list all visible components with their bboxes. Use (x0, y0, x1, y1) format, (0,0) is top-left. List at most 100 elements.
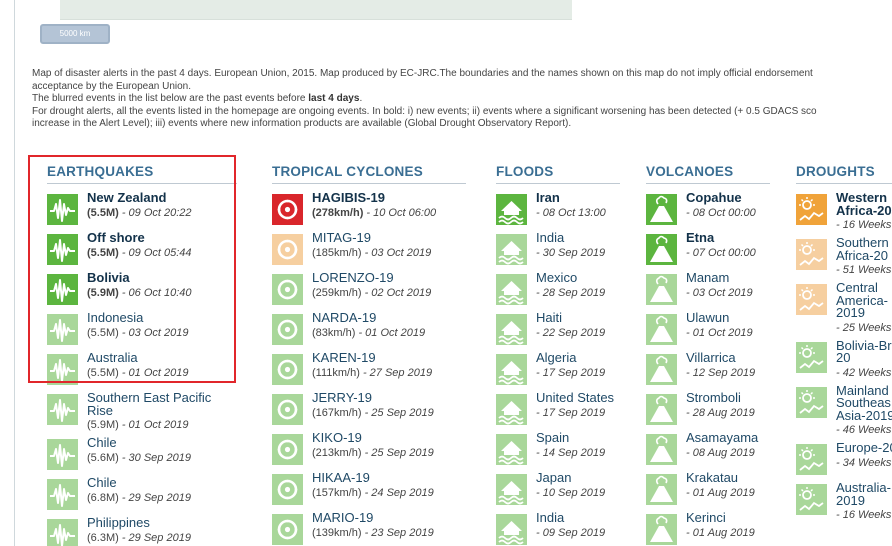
event-name-link[interactable]: Etna (686, 231, 770, 245)
event-name-link[interactable]: HIKAA-19 (312, 471, 466, 485)
event-name-link[interactable]: United States (536, 391, 620, 405)
event-name-link[interactable]: HAGIBIS-19 (312, 191, 466, 205)
event-item[interactable]: India - 30 Sep 2019 (496, 231, 620, 267)
event-name-link[interactable]: Australia-2019 (836, 481, 892, 507)
event-name-link[interactable]: LORENZO-19 (312, 271, 466, 285)
event-item[interactable]: Ulawun - 01 Oct 2019 (646, 311, 770, 347)
drought-alert-icon[interactable] (796, 237, 836, 270)
cyclone-alert-icon[interactable] (272, 472, 312, 505)
event-item[interactable]: Stromboli - 28 Aug 2019 (646, 391, 770, 427)
event-item[interactable]: HIKAA-19 (157km/h) - 24 Sep 2019 (272, 471, 466, 507)
event-item[interactable]: Japan - 10 Sep 2019 (496, 471, 620, 507)
event-name-link[interactable]: Copahue (686, 191, 770, 205)
event-item[interactable]: Philippines (6.3M) - 29 Sep 2019 (47, 516, 237, 546)
event-name-link[interactable]: Villarrica (686, 351, 770, 365)
event-name-link[interactable]: Southern East Pacific Rise (87, 391, 237, 417)
event-name-link[interactable]: MARIO-19 (312, 511, 466, 525)
event-item[interactable]: Etna - 07 Oct 00:00 (646, 231, 770, 267)
cyclone-alert-icon[interactable] (272, 312, 312, 345)
event-name-link[interactable]: India (536, 511, 620, 525)
column-title[interactable]: TROPICAL CYCLONES (272, 164, 466, 184)
event-name-link[interactable]: KAREN-19 (312, 351, 466, 365)
event-name-link[interactable]: Iran (536, 191, 620, 205)
event-item[interactable]: Europe-2019 - 34 Weeks (796, 441, 892, 477)
event-item[interactable]: Western Africa-20 - 16 Weeks (796, 191, 892, 232)
flood-alert-icon[interactable] (496, 272, 536, 305)
flood-alert-icon[interactable] (496, 352, 536, 385)
event-item[interactable]: Chile (6.8M) - 29 Sep 2019 (47, 476, 237, 512)
column-title[interactable]: DROUGHTS (796, 164, 892, 184)
event-item[interactable]: NARDA-19 (83km/h) - 01 Oct 2019 (272, 311, 466, 347)
event-item[interactable]: Southern East Pacific Rise (5.9M) - 01 Oc… (47, 391, 237, 432)
event-item[interactable]: Central America-2019 - 25 Weeks (796, 281, 892, 335)
earthquake-alert-icon[interactable] (47, 477, 87, 510)
event-name-link[interactable]: Spain (536, 431, 620, 445)
event-item[interactable]: Haiti - 22 Sep 2019 (496, 311, 620, 347)
cyclone-alert-icon[interactable] (272, 392, 312, 425)
drought-alert-icon[interactable] (796, 442, 836, 475)
event-item[interactable]: Spain - 14 Sep 2019 (496, 431, 620, 467)
event-name-link[interactable]: Manam (686, 271, 770, 285)
cyclone-alert-icon[interactable] (272, 352, 312, 385)
flood-alert-icon[interactable] (496, 192, 536, 225)
flood-alert-icon[interactable] (496, 312, 536, 345)
event-name-link[interactable]: Japan (536, 471, 620, 485)
cyclone-alert-icon[interactable] (272, 512, 312, 545)
event-name-link[interactable]: India (536, 231, 620, 245)
earthquake-alert-icon[interactable] (47, 392, 87, 425)
earthquake-alert-icon[interactable] (47, 517, 87, 546)
volcano-alert-icon[interactable] (646, 192, 686, 225)
event-name-link[interactable]: Bolivia-Brazil-20 (836, 339, 892, 365)
event-name-link[interactable]: Kerinci (686, 511, 770, 525)
event-name-link[interactable]: KIKO-19 (312, 431, 466, 445)
map-image-bottom[interactable] (60, 0, 572, 20)
event-name-link[interactable]: Stromboli (686, 391, 770, 405)
volcano-alert-icon[interactable] (646, 272, 686, 305)
event-item[interactable]: Manam - 03 Oct 2019 (646, 271, 770, 307)
event-item[interactable]: HAGIBIS-19 (278km/h) - 10 Oct 06:00 (272, 191, 466, 227)
event-name-link[interactable]: Chile (87, 436, 237, 450)
volcano-alert-icon[interactable] (646, 512, 686, 545)
event-name-link[interactable]: Mainland Southeas Asia-2019 (836, 384, 892, 423)
event-name-link[interactable]: Asamayama (686, 431, 770, 445)
earthquake-alert-icon[interactable] (47, 437, 87, 470)
event-item[interactable]: India - 09 Sep 2019 (496, 511, 620, 546)
event-item[interactable]: Krakatau - 01 Aug 2019 (646, 471, 770, 507)
volcano-alert-icon[interactable] (646, 232, 686, 265)
column-title[interactable]: VOLCANOES (646, 164, 770, 184)
event-item[interactable]: MITAG-19 (185km/h) - 03 Oct 2019 (272, 231, 466, 267)
event-item[interactable]: KAREN-19 (111km/h) - 27 Sep 2019 (272, 351, 466, 387)
event-name-link[interactable]: Southern Africa-20 (836, 236, 892, 262)
event-item[interactable]: LORENZO-19 (259km/h) - 02 Oct 2019 (272, 271, 466, 307)
volcano-alert-icon[interactable] (646, 392, 686, 425)
event-item[interactable]: Mexico - 28 Sep 2019 (496, 271, 620, 307)
flood-alert-icon[interactable] (496, 432, 536, 465)
column-title[interactable]: FLOODS (496, 164, 620, 184)
event-name-link[interactable]: NARDA-19 (312, 311, 466, 325)
event-item[interactable]: MARIO-19 (139km/h) - 23 Sep 2019 (272, 511, 466, 546)
event-item[interactable]: JERRY-19 (167km/h) - 25 Sep 2019 (272, 391, 466, 427)
event-name-link[interactable]: MITAG-19 (312, 231, 466, 245)
event-item[interactable]: Southern Africa-20 - 51 Weeks (796, 236, 892, 277)
event-name-link[interactable]: Philippines (87, 516, 237, 530)
event-item[interactable]: KIKO-19 (213km/h) - 25 Sep 2019 (272, 431, 466, 467)
flood-alert-icon[interactable] (496, 392, 536, 425)
event-name-link[interactable]: Algeria (536, 351, 620, 365)
event-name-link[interactable]: Mexico (536, 271, 620, 285)
event-name-link[interactable]: Europe-2019 (836, 441, 892, 455)
event-name-link[interactable]: Ulawun (686, 311, 770, 325)
flood-alert-icon[interactable] (496, 232, 536, 265)
drought-alert-icon[interactable] (796, 482, 836, 515)
drought-alert-icon[interactable] (796, 340, 836, 373)
event-name-link[interactable]: JERRY-19 (312, 391, 466, 405)
event-item[interactable]: Chile (5.6M) - 30 Sep 2019 (47, 436, 237, 472)
flood-alert-icon[interactable] (496, 472, 536, 505)
volcano-alert-icon[interactable] (646, 432, 686, 465)
drought-alert-icon[interactable] (796, 385, 836, 418)
event-name-link[interactable]: Krakatau (686, 471, 770, 485)
volcano-alert-icon[interactable] (646, 472, 686, 505)
event-item[interactable]: Villarrica - 12 Sep 2019 (646, 351, 770, 387)
volcano-alert-icon[interactable] (646, 312, 686, 345)
event-name-link[interactable]: Chile (87, 476, 237, 490)
cyclone-alert-icon[interactable] (272, 272, 312, 305)
